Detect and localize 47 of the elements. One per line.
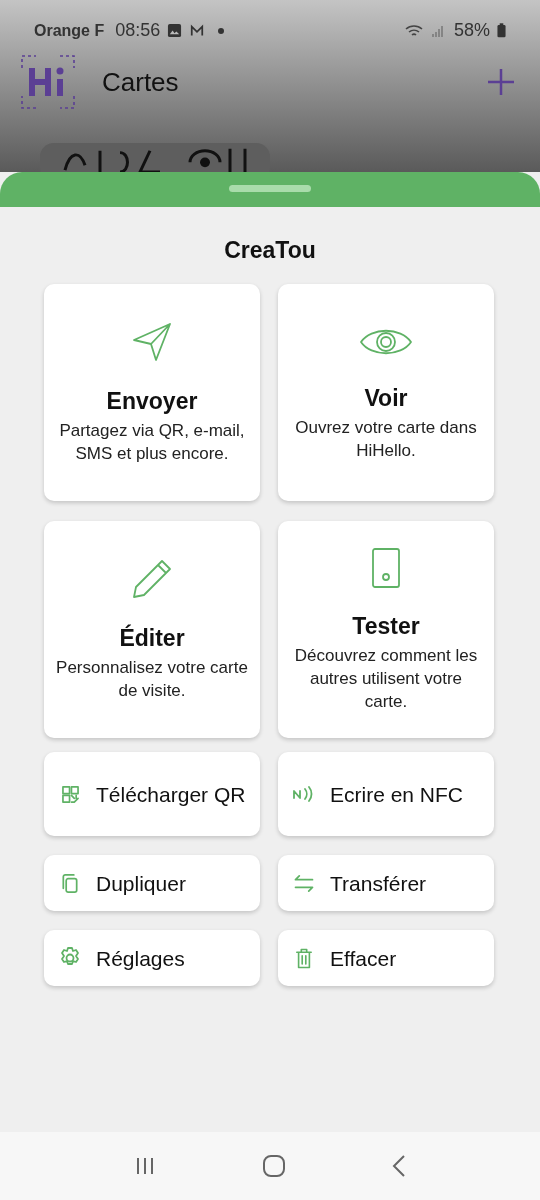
card-description: Ouvrez votre carte dans HiHello. [294,417,478,462]
action-card[interactable]: Voir Ouvrez votre carte dans HiHello. [278,284,494,501]
notification-dot [218,27,225,34]
action-button[interactable]: Effacer [278,930,494,986]
pencil-icon [130,557,174,601]
card-description: Découvrez comment les autres utilisent votre carte. [293,644,479,713]
action-button[interactable]: Télécharger QR [44,752,260,836]
battery-level: 58% [453,20,490,42]
action-card[interactable]: Éditer Personnalisez votre carte de visite. [44,521,260,738]
card-name: CreaTou [223,237,317,264]
action-button[interactable]: Transférer [278,855,494,911]
action-button[interactable]: Réglages [44,930,260,986]
image-icon [167,23,183,39]
card-title: Envoyer [106,388,198,415]
mail-icon [189,23,206,38]
wifi-icon [403,22,424,39]
swap-arrows-icon [293,874,315,892]
card-title: Tester [352,612,420,640]
action-button[interactable]: Ecrire en NFC [278,752,494,836]
battery-icon [497,23,506,39]
action-card[interactable]: Envoyer Partagez via QR, e-mail, SMS et plus encore. [44,284,260,501]
card-title: Voir [364,385,408,412]
back-icon[interactable] [391,1154,408,1178]
card-description: Partagez via QR, e-mail, SMS et plus encore. [58,420,246,465]
clock: 08:56 [115,20,161,42]
card-title: Éditer [119,625,185,652]
action-label: Dupliquer [96,870,186,897]
signal-icon [430,23,445,38]
action-label: Ecrire en NFC [330,781,464,808]
phone-icon [371,546,401,589]
trash-icon [295,947,313,969]
send-icon [130,320,174,364]
carrier-name: Orange F [34,21,105,40]
home-icon[interactable] [262,1154,286,1178]
page-title: Cartes [102,66,180,98]
action-button[interactable]: Dupliquer [44,855,260,911]
action-label: Télécharger QR [96,781,246,808]
copy-icon [61,872,79,894]
drag-handle[interactable] [229,185,311,192]
action-label: Transférer [330,870,427,897]
action-label: Réglages [96,945,185,972]
app-logo [20,54,76,111]
card-description: Personnalisez votre carte de visite. [56,657,248,702]
add-icon[interactable] [486,67,516,98]
qr-code-icon [61,785,79,803]
action-label: Effacer [330,945,397,972]
action-card[interactable]: Tester Découvrez comment les autres utilisent votre carte. [278,521,494,738]
